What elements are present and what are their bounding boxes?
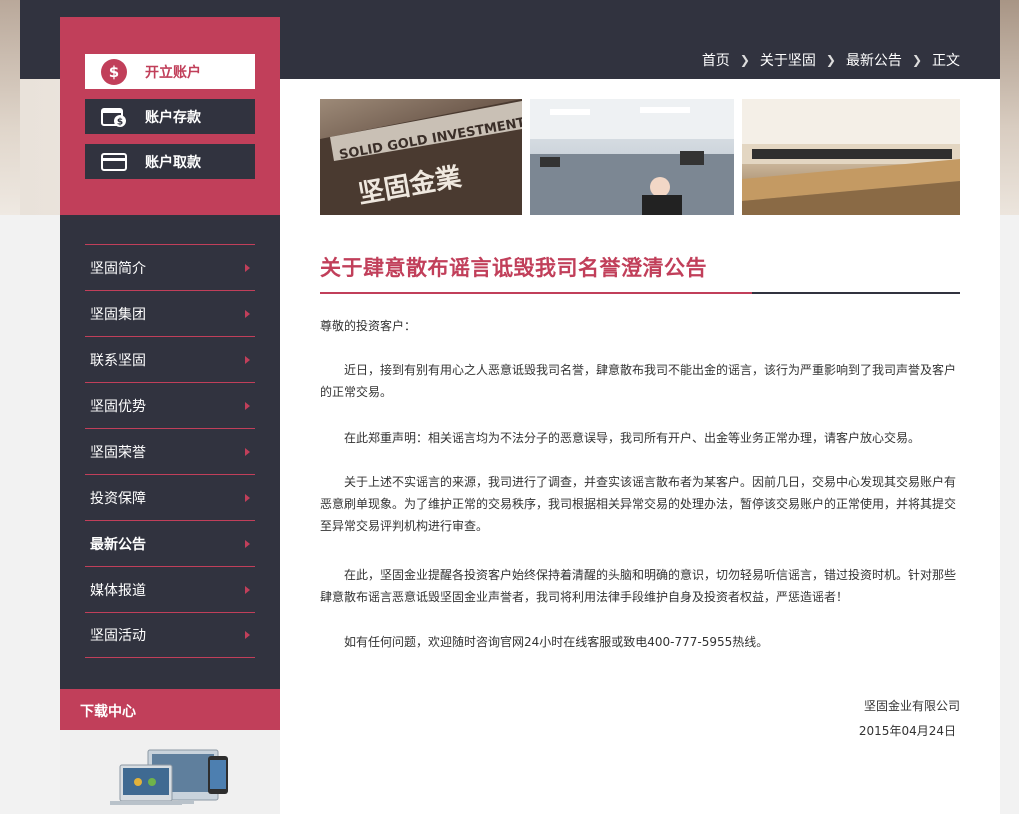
wallet-deposit-icon: $: [101, 107, 126, 127]
deposit-label: 账户存款: [145, 109, 201, 126]
svg-text:$: $: [117, 117, 123, 127]
sidebar-item-news[interactable]: 最新公告: [85, 520, 255, 566]
sidebar-item-label: 坚固荣誉: [90, 444, 146, 461]
account-actions: $ 开立账户 $ 账户存款 账户取款: [60, 17, 280, 215]
sidebar-item-media[interactable]: 媒体报道: [85, 566, 255, 612]
banner-image-trading-office: [530, 99, 734, 215]
sidebar-item-label: 联系坚固: [90, 352, 146, 369]
sidebar-item-advantages[interactable]: 坚固优势: [85, 382, 255, 428]
sidebar-item-label: 坚固集团: [90, 306, 146, 323]
article-paragraph-1: 近日，接到有别有用心之人恶意诋毁我司名誉，肆意散布我司不能出金的谣言，该行为严重…: [320, 363, 957, 399]
sidebar-item-label: 投资保障: [90, 490, 146, 507]
sidebar-item-protection[interactable]: 投资保障: [85, 474, 255, 520]
company-sign-photo: SOLID GOLD INVESTMENT 坚固金業: [320, 99, 522, 215]
article-title: 关于肆意散布谣言诋毁我司名誉澄清公告: [320, 256, 707, 280]
title-divider: [320, 292, 960, 294]
caret-right-icon: [245, 539, 250, 548]
caret-right-icon: [245, 309, 250, 318]
caret-right-icon: [245, 585, 250, 594]
article-company-signature: 坚固金业有限公司: [863, 699, 960, 713]
download-center-heading[interactable]: 下载中心: [60, 689, 280, 730]
sidebar-item-label: 坚固优势: [90, 398, 146, 415]
article-paragraph-4: 在此，坚固金业提醒各投资客户始终保持着清醒的头脑和明确的意识，切勿轻易听信谣言，…: [320, 568, 957, 604]
chevron-right-icon: ❯: [739, 53, 750, 67]
breadcrumb-news[interactable]: 最新公告: [846, 50, 902, 70]
sidebar: $ 开立账户 $ 账户存款 账户取款 坚固简介 坚固集团 联系坚固 坚固优势 坚…: [60, 17, 280, 814]
sidebar-item-label: 媒体报道: [90, 582, 146, 599]
sidebar-item-contact[interactable]: 联系坚固: [85, 336, 255, 382]
sidebar-item-honors[interactable]: 坚固荣誉: [85, 428, 255, 474]
open-account-label: 开立账户: [145, 64, 201, 81]
dollar-coin-icon: $: [101, 58, 127, 85]
banner-image-trading-hall: [742, 99, 960, 215]
background-photo-left-edge: [0, 0, 20, 215]
article-paragraph-5: 如有任何问题，欢迎随时咨询官网24小时在线客服或致电400-777-5955热线…: [344, 635, 769, 649]
sidebar-item-intro[interactable]: 坚固简介: [85, 244, 255, 290]
withdraw-label: 账户取款: [145, 154, 201, 171]
article-greeting: 尊敬的投资客户：: [320, 319, 417, 333]
caret-right-icon: [245, 447, 250, 456]
trading-platform-devices-icon: [110, 749, 228, 805]
breadcrumb-current: 正文: [932, 53, 960, 69]
article-date: 2015年04月24日: [858, 724, 956, 738]
caret-right-icon: [245, 493, 250, 502]
background-photo-right-edge: [1000, 0, 1019, 215]
sidebar-item-label: 坚固简介: [90, 260, 146, 277]
withdraw-button[interactable]: 账户取款: [85, 144, 255, 179]
sidebar-item-label: 坚固活动: [90, 628, 146, 644]
trading-office-photo: [530, 99, 734, 215]
breadcrumb: 首页 ❯ 关于坚固 ❯ 最新公告 ❯ 正文: [702, 50, 960, 70]
caret-right-icon: [245, 355, 250, 364]
download-center-image[interactable]: [60, 730, 280, 814]
chevron-right-icon: ❯: [825, 53, 836, 67]
banner-image-company-sign: SOLID GOLD INVESTMENT 坚固金業: [320, 99, 522, 215]
breadcrumb-home[interactable]: 首页: [702, 50, 730, 70]
sidebar-nav: 坚固简介 坚固集团 联系坚固 坚固优势 坚固荣誉 投资保障 最新公告 媒体报道 …: [60, 244, 280, 658]
caret-right-icon: [245, 263, 250, 272]
caret-right-icon: [245, 401, 250, 410]
sidebar-item-group[interactable]: 坚固集团: [85, 290, 255, 336]
article-paragraph-3: 关于上述不实谣言的来源，我司进行了调查，并查实该谣言散布者为某客户。因前几日，交…: [320, 475, 957, 533]
deposit-button[interactable]: $ 账户存款: [85, 99, 255, 134]
title-divider-accent: [320, 292, 752, 294]
open-account-button[interactable]: $ 开立账户: [85, 54, 255, 89]
chevron-right-icon: ❯: [911, 53, 922, 67]
breadcrumb-about[interactable]: 关于坚固: [760, 50, 816, 70]
sidebar-item-label: 最新公告: [90, 536, 146, 553]
article-paragraph-2: 在此郑重声明：相关谣言均为不法分子的恶意误导，我司所有开户、出金等业务正常办理，…: [344, 431, 921, 445]
caret-right-icon: [245, 631, 250, 639]
sidebar-item-events[interactable]: 坚固活动: [85, 612, 255, 658]
trading-hall-photo: [742, 99, 960, 215]
card-withdraw-icon: [101, 152, 127, 171]
